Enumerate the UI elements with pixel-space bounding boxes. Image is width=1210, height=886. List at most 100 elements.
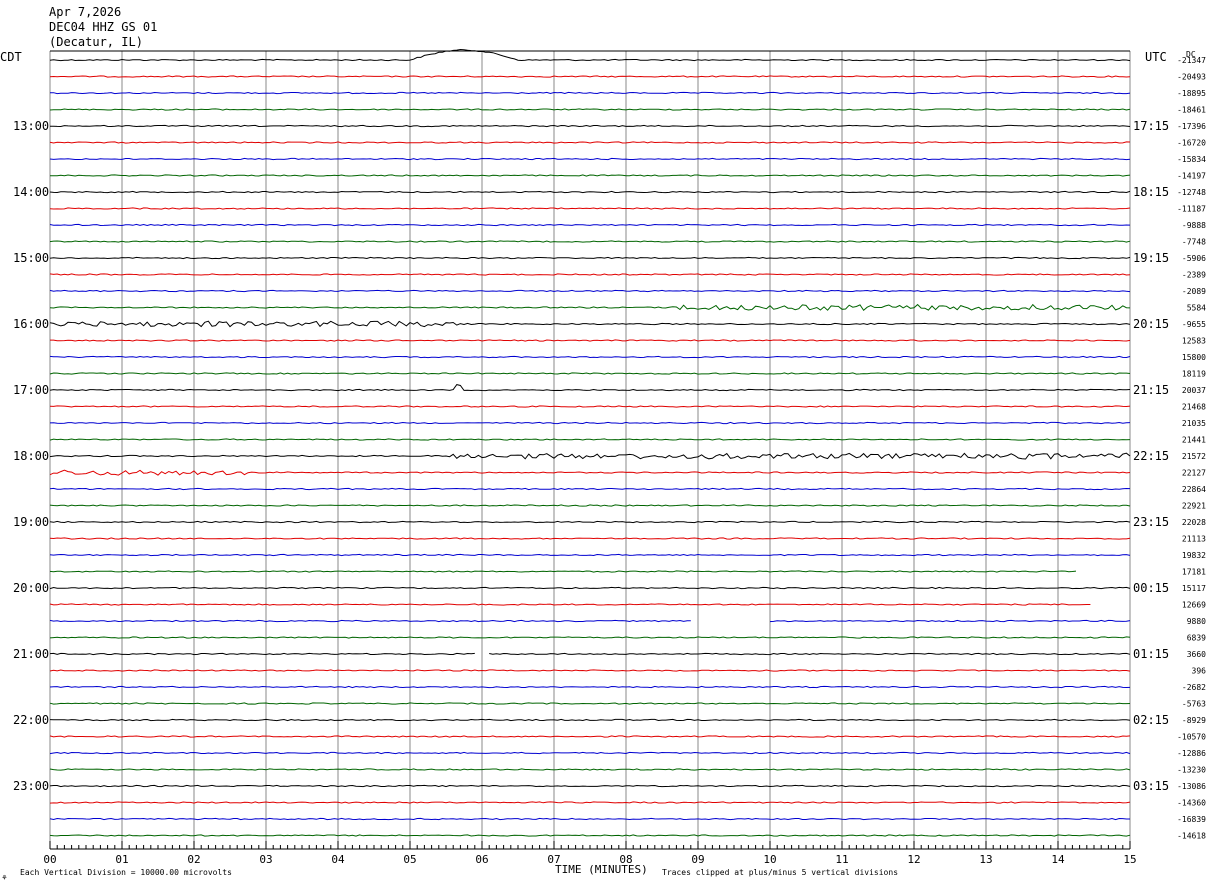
x-tick-label: 10 <box>763 853 776 866</box>
scale-note: Each Vertical Division = 10000.00 microv… <box>20 868 232 877</box>
dc-offset-label: 21468 <box>1182 403 1206 412</box>
clip-note: Traces clipped at plus/minus 5 vertical … <box>662 868 898 877</box>
x-tick-label: 13 <box>979 853 992 866</box>
seismic-trace <box>49 603 1091 606</box>
seismic-trace <box>49 289 1131 293</box>
dc-offset-label: -12748 <box>1177 188 1206 197</box>
seismic-trace <box>49 702 1131 705</box>
right-hour-label: 03:15 <box>1133 779 1169 793</box>
dc-offset-label: -18895 <box>1177 89 1206 98</box>
seismic-trace <box>50 174 1131 177</box>
helicorder-plot: Apr 7,2026 DEC04 HHZ GS 01 (Decatur, IL)… <box>0 5 1206 882</box>
seismic-trace <box>49 504 1131 507</box>
seismic-trace <box>49 537 1131 540</box>
dc-offset-label: -18461 <box>1177 106 1206 115</box>
x-tick-label: 01 <box>115 853 128 866</box>
x-tick-label: 04 <box>331 853 345 866</box>
seismic-trace <box>49 157 1131 161</box>
seismic-trace <box>49 91 1131 95</box>
seismic-trace <box>49 570 1077 573</box>
seismic-trace <box>49 801 1131 804</box>
dc-offset-label: 20037 <box>1182 386 1206 395</box>
seismic-trace <box>49 223 1131 227</box>
right-hour-label: 00:15 <box>1133 581 1169 595</box>
dc-offset-label: 15117 <box>1182 584 1206 593</box>
seismic-trace <box>49 768 1131 771</box>
dc-offset-label: -14197 <box>1177 172 1206 181</box>
seismic-trace <box>49 303 1131 312</box>
dc-offset-labels: -21347 -20493 -18895 -18461 -17396 -16720 -158… <box>1177 56 1206 841</box>
dc-offset-label: 18119 <box>1182 370 1206 379</box>
x-axis-title: TIME (MINUTES) <box>555 863 648 876</box>
seismic-trace <box>49 784 1131 788</box>
seismic-trace <box>769 619 1131 623</box>
seismic-trace <box>49 438 1131 441</box>
dc-offset-label: -5906 <box>1182 254 1206 263</box>
dc-offset-label: 22864 <box>1182 485 1206 494</box>
dc-offset-label: 19832 <box>1182 551 1206 560</box>
x-tick-label: 00 <box>43 853 56 866</box>
dc-offset-label: 21035 <box>1182 419 1206 428</box>
dc-offset-label: 12583 <box>1182 337 1206 346</box>
seismic-trace <box>49 421 1131 425</box>
right-hour-label: 21:15 <box>1133 383 1169 397</box>
station-label: DEC04 HHZ GS 01 <box>49 20 157 34</box>
dc-offset-label: 5584 <box>1187 304 1206 313</box>
seismic-trace <box>49 372 1131 375</box>
seismic-trace <box>49 636 1131 639</box>
date-label: Apr 7,2026 <box>49 5 121 19</box>
seismic-trace <box>49 240 1131 243</box>
dc-offset-label: -2089 <box>1182 287 1206 296</box>
seismic-trace <box>49 817 1130 821</box>
seismic-trace <box>49 469 1131 476</box>
dc-offset-label: -10570 <box>1177 733 1206 742</box>
left-hour-label: 18:00 <box>13 449 49 463</box>
dc-offset-label: -13086 <box>1177 782 1206 791</box>
dc-offset-label: 17181 <box>1182 568 1206 577</box>
x-tick-label: 12 <box>907 853 920 866</box>
dc-offset-label: 22028 <box>1182 518 1206 527</box>
dc-offset-label: 21572 <box>1182 452 1206 461</box>
left-hour-label: 13:00 <box>13 119 49 133</box>
seismic-trace <box>49 751 1131 755</box>
dc-offset-label: -20493 <box>1177 73 1206 82</box>
dc-offset-label: -11187 <box>1177 205 1206 214</box>
seismic-trace <box>49 685 1131 689</box>
seismic-trace <box>49 256 1131 260</box>
grid <box>49 50 1131 849</box>
dc-offset-label: -21347 <box>1177 56 1206 65</box>
right-hour-label: 18:15 <box>1133 185 1169 199</box>
left-hour-label: 17:00 <box>13 383 49 397</box>
dc-offset-label: 3660 <box>1187 650 1206 659</box>
x-tick-label: 05 <box>403 853 416 866</box>
right-hour-label: 20:15 <box>1133 317 1169 331</box>
seismic-trace <box>49 520 1131 524</box>
seismic-trace <box>489 652 1131 656</box>
seismic-trace <box>49 718 1131 722</box>
dc-offset-label: 21441 <box>1182 436 1206 445</box>
right-hour-labels: 17:15 18:15 19:15 20:15 21:15 22:15 23:15 00:15… <box>1133 119 1169 793</box>
left-hour-label: 16:00 <box>13 317 49 331</box>
seismic-trace <box>49 553 1131 557</box>
dc-offset-label: -15834 <box>1177 155 1206 164</box>
left-hour-labels: 13:00 14:00 15:00 16:00 17:00 18:00 19:00 20:00… <box>13 119 49 793</box>
seismic-trace <box>49 355 1131 359</box>
dc-offset-label: -16839 <box>1177 815 1206 824</box>
dc-offset-label: -16720 <box>1177 139 1206 148</box>
dc-offset-label: -2682 <box>1182 683 1206 692</box>
seismic-trace <box>49 384 1131 392</box>
x-tick-label: 14 <box>1051 853 1065 866</box>
dc-offset-label: 15800 <box>1182 353 1206 362</box>
seismic-trace <box>49 75 1131 78</box>
left-hour-label: 22:00 <box>13 713 49 727</box>
left-hour-label: 14:00 <box>13 185 49 199</box>
dc-offset-label: 12669 <box>1182 601 1206 610</box>
corner-mark: ⚘ <box>2 873 7 882</box>
dc-offset-label: -13230 <box>1177 766 1206 775</box>
dc-offset-label: 22921 <box>1182 502 1206 511</box>
dc-offset-label: 21113 <box>1182 535 1206 544</box>
dc-offset-label: 6839 <box>1187 634 1206 643</box>
seismic-trace <box>49 834 1131 837</box>
x-tick-label: 03 <box>259 853 272 866</box>
seismic-trace <box>49 141 1131 144</box>
